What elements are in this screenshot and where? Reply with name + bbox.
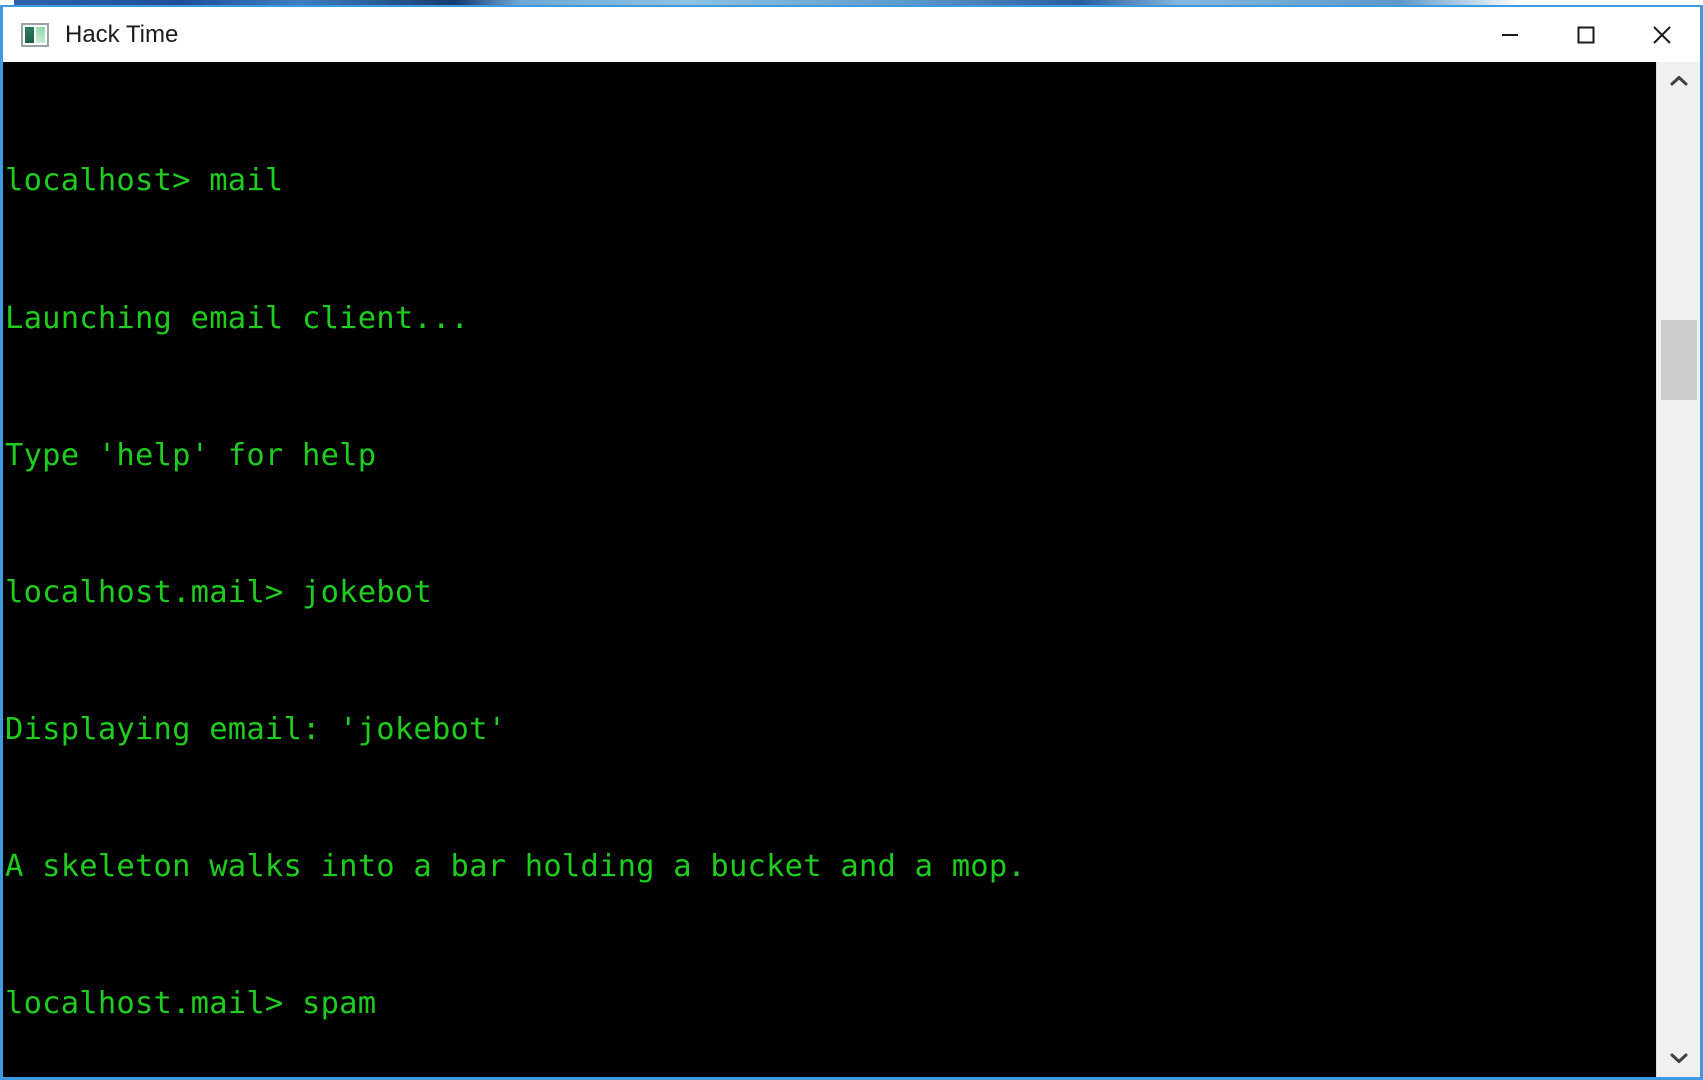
terminal-line: Displaying email: 'jokebot' — [5, 711, 507, 747]
terminal-body: localhost> mail Launching email client..… — [3, 62, 1700, 1077]
terminal-line: localhost.mail> jokebot — [5, 574, 432, 610]
scroll-down-button[interactable] — [1657, 1039, 1700, 1077]
scroll-up-button[interactable] — [1657, 62, 1700, 100]
icon-pane-right — [36, 26, 45, 43]
terminal-output[interactable]: localhost> mail Launching email client..… — [3, 62, 1656, 1077]
terminal-line: Type 'help' for help — [5, 437, 377, 473]
terminal-line: Launching email client... — [5, 300, 470, 336]
hack-time-window: Hack Time localhost> mail Launching emai… — [0, 5, 1703, 1080]
close-button[interactable] — [1624, 7, 1700, 62]
scrollbar-thumb[interactable] — [1661, 320, 1697, 400]
minimize-icon — [1502, 33, 1518, 36]
scrollbar-track[interactable] — [1657, 100, 1700, 1039]
window-title: Hack Time — [65, 20, 179, 48]
console-window-icon — [21, 22, 49, 47]
title-bar[interactable]: Hack Time — [3, 7, 1700, 62]
icon-pane-left — [25, 26, 34, 43]
terminal-line: localhost.mail> spam — [5, 985, 377, 1021]
maximize-button[interactable] — [1548, 7, 1624, 62]
window-controls — [1472, 7, 1700, 62]
chevron-down-icon — [1670, 1053, 1687, 1063]
chevron-up-icon — [1670, 76, 1687, 86]
vertical-scrollbar[interactable] — [1656, 62, 1700, 1077]
maximize-icon — [1577, 26, 1595, 43]
terminal-line: localhost> mail — [5, 163, 284, 199]
minimize-button[interactable] — [1472, 7, 1548, 62]
terminal-line: A skeleton walks into a bar holding a bu… — [5, 848, 1026, 884]
close-icon — [1653, 25, 1671, 44]
